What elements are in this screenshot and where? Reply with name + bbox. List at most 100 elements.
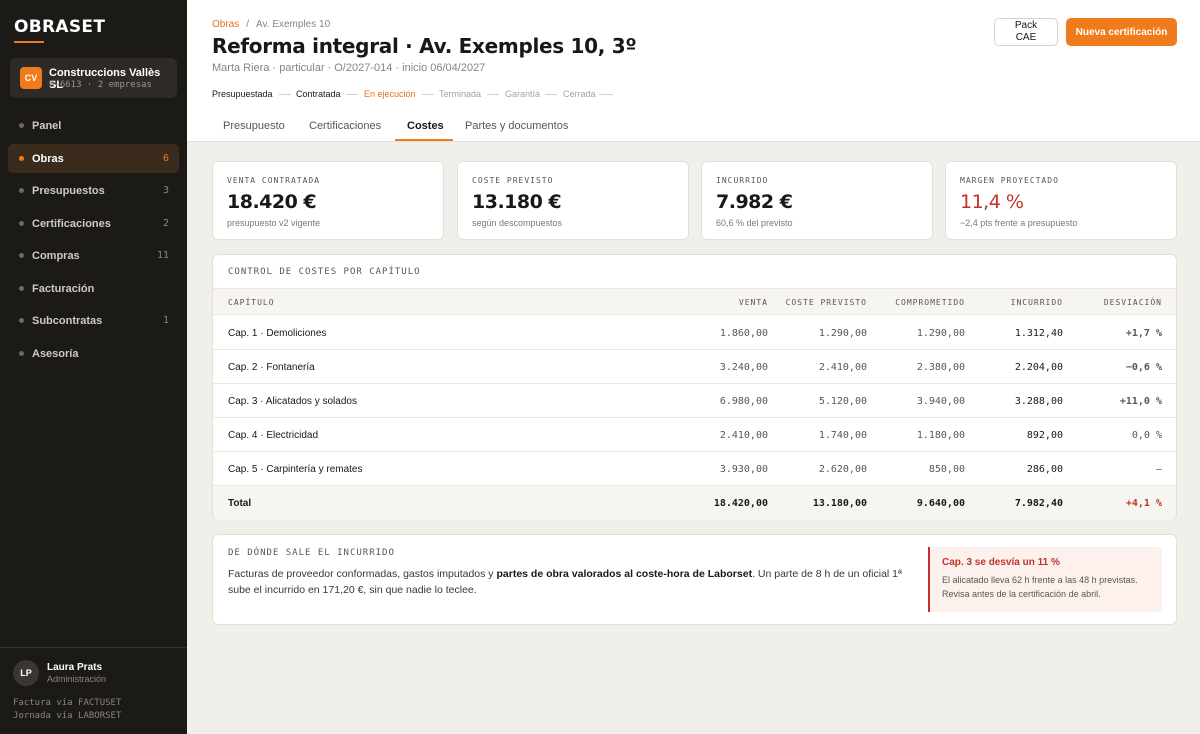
kpi-sub: según descompuestos <box>472 218 563 228</box>
kpi-value: 13.180 € <box>472 191 562 213</box>
stage-connector <box>545 94 557 95</box>
kpi-label: MARGEN PROYECTADO <box>960 176 1059 185</box>
kpi-sub: −2,4 pts frente a presupuesto <box>960 218 1078 228</box>
stage-en-ejecucion: En ejecución <box>364 89 416 99</box>
kpi-margen-proyectado: MARGEN PROYECTADO 11,4 % −2,4 pts frente… <box>945 161 1177 240</box>
cell-total-label: Total <box>228 498 252 509</box>
sidebar-item-panel[interactable]: Panel <box>8 111 179 140</box>
cell-venta: 3.240,00 <box>719 362 768 373</box>
table-row[interactable]: Cap. 2 · Fontanería 3.240,00 2.410,00 2.… <box>213 350 1176 384</box>
cell-venta: 3.930,00 <box>719 464 768 475</box>
cell-incurrido: 1.312,40 <box>1014 328 1063 339</box>
kpi-coste-previsto: COSTE PREVISTO 13.180 € según descompues… <box>457 161 689 240</box>
integration-laborset: Jornada vía LABORSET <box>13 711 122 721</box>
alert-title: Cap. 3 se desvía un 11 % <box>942 557 1060 568</box>
sidebar-item-label: Panel <box>32 119 62 132</box>
col-header-desviacion[interactable]: DESVIACIÓN <box>1104 298 1162 307</box>
sidebar-item-subcontratas[interactable]: Subcontratas 1 <box>8 306 179 335</box>
company-switcher[interactable]: CV Construccions Vallès SL B-6613 · 2 em… <box>10 58 177 98</box>
cell-comprometido: 1.180,00 <box>916 430 965 441</box>
user-role: Administración <box>47 674 107 684</box>
stage-connector <box>487 94 499 95</box>
cell-coste: 2.620,00 <box>818 464 867 475</box>
sidebar-item-label: Subcontratas <box>32 314 103 327</box>
cell-comprometido: 850,00 <box>928 464 965 475</box>
col-header-capitulo[interactable]: CAPÍTULO <box>228 298 275 307</box>
sidebar-item-label: Presupuestos <box>32 184 105 197</box>
table-row[interactable]: Cap. 1 · Demoliciones 1.860,00 1.290,00 … <box>213 316 1176 350</box>
nav-dot-icon <box>19 253 24 258</box>
col-header-comprometido[interactable]: COMPROMETIDO <box>895 298 965 307</box>
cell-venta: 1.860,00 <box>719 328 768 339</box>
pack-cae-label-1: Pack <box>1014 20 1038 31</box>
stage-connector <box>422 94 434 95</box>
source-description: Facturas de proveedor conformadas, gasto… <box>228 566 908 598</box>
sidebar-item-label: Asesoría <box>32 347 79 360</box>
tab-presupuesto[interactable]: Presupuesto <box>223 120 285 132</box>
table-row[interactable]: Cap. 3 · Alicatados y solados 6.980,00 5… <box>213 384 1176 418</box>
sidebar-item-obras[interactable]: Obras 6 <box>8 144 179 173</box>
kpi-value: 7.982 € <box>716 191 793 213</box>
breadcrumb-link-obras[interactable]: Obras <box>212 19 239 30</box>
sidebar-item-certificaciones[interactable]: Certificaciones 2 <box>8 209 179 238</box>
breadcrumb-separator: / <box>246 19 250 30</box>
app-logo[interactable]: OBRASET <box>14 17 105 37</box>
cell-coste: 13.180,00 <box>812 498 867 509</box>
cell-incurrido: 7.982,40 <box>1014 498 1063 509</box>
incurred-source-card: DE DÓNDE SALE EL INCURRIDO Facturas de p… <box>212 534 1177 625</box>
new-certification-button[interactable]: Nueva certificación <box>1066 18 1177 46</box>
pack-cae-button[interactable]: Pack CAE <box>994 18 1058 46</box>
cell-venta: 6.980,00 <box>719 396 768 407</box>
nav-dot-icon <box>19 286 24 291</box>
stage-contratada: Contratada <box>296 89 341 99</box>
sidebar-item-label: Obras <box>32 152 64 165</box>
cell-venta: 18.420,00 <box>713 498 768 509</box>
deviation-alert[interactable]: Cap. 3 se desvía un 11 % El alicatado ll… <box>928 547 1162 612</box>
col-header-coste-previsto[interactable]: COSTE PREVISTO <box>786 298 867 307</box>
cell-desviacion: +4,1 % <box>1125 498 1162 509</box>
sidebar-item-label: Certificaciones <box>32 217 111 230</box>
user-avatar[interactable]: LP <box>13 660 39 686</box>
table-row[interactable]: Cap. 5 · Carpintería y remates 3.930,00 … <box>213 452 1176 486</box>
cell-desviacion: +1,7 % <box>1125 328 1162 339</box>
cell-desviacion: +11,0 % <box>1119 396 1162 407</box>
cell-coste: 1.740,00 <box>818 430 867 441</box>
page-title: Reforma integral · Av. Exemples 10, 3º <box>212 34 637 58</box>
tab-partes-documentos[interactable]: Partes y documentos <box>465 120 568 132</box>
table-row[interactable]: Cap. 4 · Electricidad 2.410,00 1.740,00 … <box>213 418 1176 452</box>
kpi-label: VENTA CONTRATADA <box>227 176 321 185</box>
sidebar-item-count: 1 <box>162 315 169 326</box>
nav-dot-icon <box>19 123 24 128</box>
cell-incurrido: 286,00 <box>1026 464 1063 475</box>
pack-cae-label-2: CAE <box>1015 32 1037 43</box>
sidebar-item-count: 3 <box>162 185 169 196</box>
kpi-value: 18.420 € <box>227 191 317 213</box>
cell-capitulo: Cap. 4 · Electricidad <box>228 430 319 441</box>
kpi-label: COSTE PREVISTO <box>472 176 554 185</box>
sidebar-item-facturacion[interactable]: Facturación <box>8 274 179 303</box>
cell-comprometido: 9.640,00 <box>916 498 965 509</box>
stage-connector <box>599 94 613 95</box>
col-header-venta[interactable]: VENTA <box>739 298 768 307</box>
sidebar-item-count: 11 <box>156 250 169 261</box>
sidebar-item-asesoria[interactable]: Asesoría <box>8 339 179 368</box>
cell-incurrido: 892,00 <box>1026 430 1063 441</box>
cell-venta: 2.410,00 <box>719 430 768 441</box>
nav-dot-icon <box>19 221 24 226</box>
source-title: DE DÓNDE SALE EL INCURRIDO <box>228 548 395 558</box>
stage-cerrada: Cerrada <box>563 89 596 99</box>
cell-coste: 1.290,00 <box>818 328 867 339</box>
active-tab-indicator <box>395 139 453 141</box>
breadcrumb: Obras / Av. Exemples 10 <box>212 19 330 30</box>
company-sub: B-6613 · 2 empresas <box>49 80 152 90</box>
tab-certificaciones[interactable]: Certificaciones <box>309 120 381 132</box>
sidebar-item-presupuestos[interactable]: Presupuestos 3 <box>8 176 179 205</box>
stage-terminada: Terminada <box>439 89 482 99</box>
table-total-row: Total 18.420,00 13.180,00 9.640,00 7.982… <box>213 486 1176 520</box>
tab-costes[interactable]: Costes <box>407 120 444 132</box>
cell-incurrido: 2.204,00 <box>1014 362 1063 373</box>
nav-dot-icon <box>19 156 24 161</box>
col-header-incurrido[interactable]: INCURRIDO <box>1011 298 1063 307</box>
sidebar-item-compras[interactable]: Compras 11 <box>8 241 179 270</box>
project-meta: Marta Riera · particular · O/2027-014 · … <box>212 62 486 74</box>
